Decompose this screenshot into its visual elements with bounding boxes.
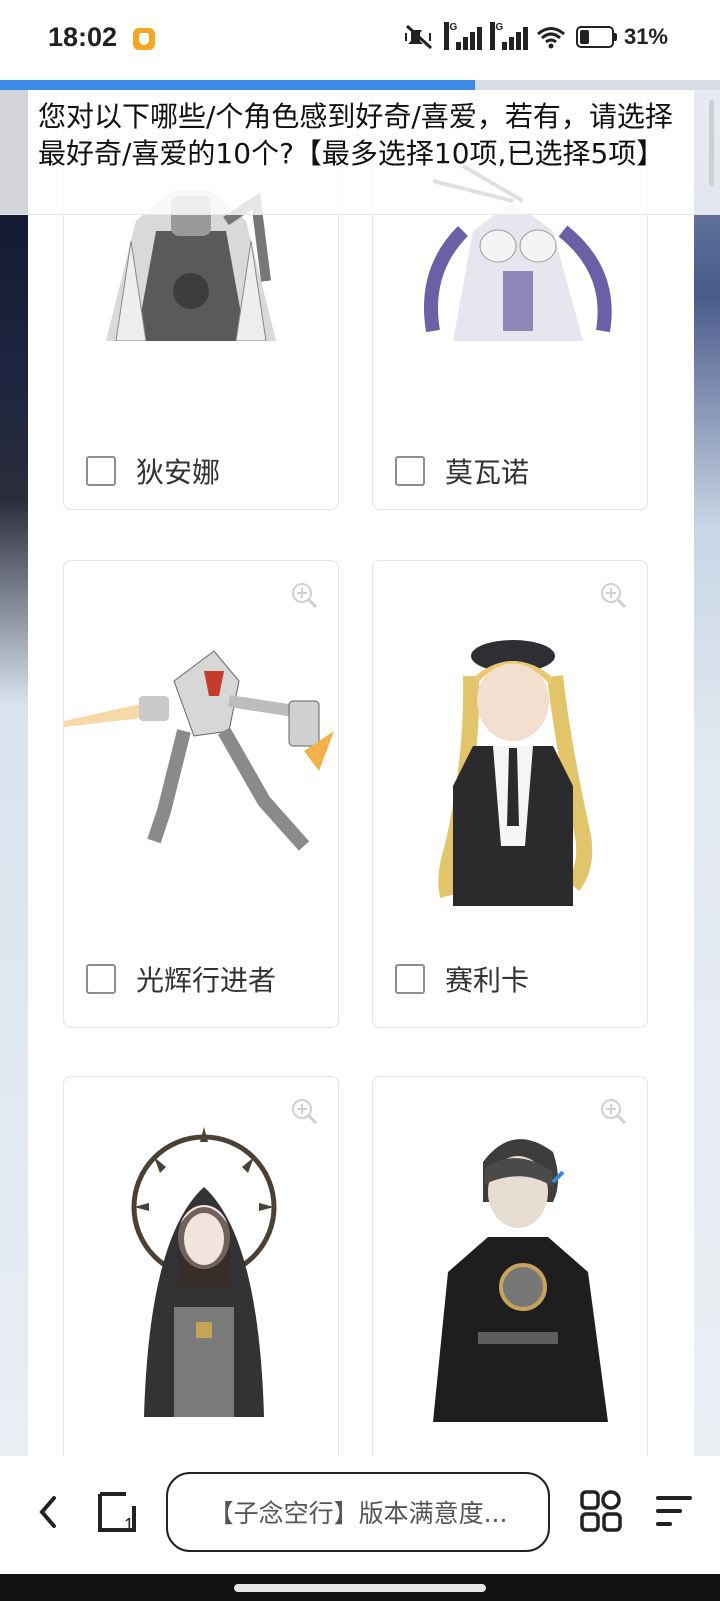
svg-text:1: 1 [124, 1515, 134, 1534]
zoom-in-icon[interactable] [290, 581, 318, 609]
character-image-3 [64, 650, 334, 851]
status-bar: 18:02 5G 5G 31% [0, 0, 720, 80]
checkbox[interactable] [86, 456, 116, 486]
gesture-area [0, 1574, 720, 1601]
signal-icon-2: 5G [489, 22, 528, 50]
option-card-5[interactable] [63, 1076, 339, 1456]
battery-icon [575, 26, 617, 48]
checkbox[interactable] [86, 964, 116, 994]
zoom-in-icon[interactable] [599, 1097, 627, 1125]
option-card-3[interactable]: 光辉行进者 [63, 560, 339, 1028]
character-image-6 [433, 1139, 608, 1422]
background-art-right [694, 90, 720, 1456]
browser-toolbar: 1 【子念空行】版本满意度... [0, 1456, 720, 1574]
app-notification-icon [133, 28, 155, 50]
survey-progress-bar [0, 80, 720, 90]
address-text: 【子念空行】版本满意度... [208, 1499, 508, 1528]
option-label: 赛利卡 [445, 964, 530, 997]
scrollbar-thumb[interactable] [709, 100, 714, 186]
option-label: 光辉行进者 [136, 964, 277, 997]
survey-content[interactable]: 狄安娜 莫瓦诺 光辉行进者 赛利卡 [28, 90, 694, 1456]
option-card-4[interactable]: 赛利卡 [372, 560, 648, 1028]
clock: 18:02 [48, 22, 118, 52]
tabs-icon[interactable]: 1 [96, 1490, 138, 1534]
survey-progress-fill [0, 80, 476, 90]
home-indicator[interactable] [234, 1584, 486, 1592]
background-art-left [0, 90, 28, 1456]
option-2[interactable]: 莫瓦诺 [395, 451, 529, 491]
checkbox[interactable] [395, 456, 425, 486]
apps-grid-icon[interactable] [580, 1490, 622, 1532]
chevron-left-icon[interactable] [30, 1482, 66, 1542]
status-icons: 5G 5G 31% [404, 22, 668, 52]
question-text: 您对以下哪些/个角色感到好奇/喜爱，若有，请选择最好奇/喜爱的10个?【最多选择… [38, 100, 673, 170]
option-1[interactable]: 狄安娜 [86, 451, 220, 491]
option-label: 莫瓦诺 [445, 456, 530, 489]
character-image-4 [438, 640, 593, 906]
address-bar[interactable]: 【子念空行】版本满意度... [166, 1472, 550, 1552]
mute-vibrate-icon [404, 24, 432, 50]
option-4[interactable]: 赛利卡 [395, 959, 529, 999]
signal-icon-1: 5G [443, 22, 482, 50]
option-3[interactable]: 光辉行进者 [86, 959, 276, 999]
question-header: 您对以下哪些/个角色感到好奇/喜爱，若有，请选择最好奇/喜爱的10个?【最多选择… [0, 90, 720, 215]
character-image-5 [131, 1127, 277, 1417]
option-label: 狄安娜 [136, 456, 221, 489]
zoom-in-icon[interactable] [599, 581, 627, 609]
option-card-6[interactable] [372, 1076, 648, 1456]
checkbox[interactable] [395, 964, 425, 994]
menu-icon[interactable] [654, 1492, 694, 1530]
wifi-icon [536, 27, 565, 49]
battery-percent: 31% [623, 24, 668, 49]
